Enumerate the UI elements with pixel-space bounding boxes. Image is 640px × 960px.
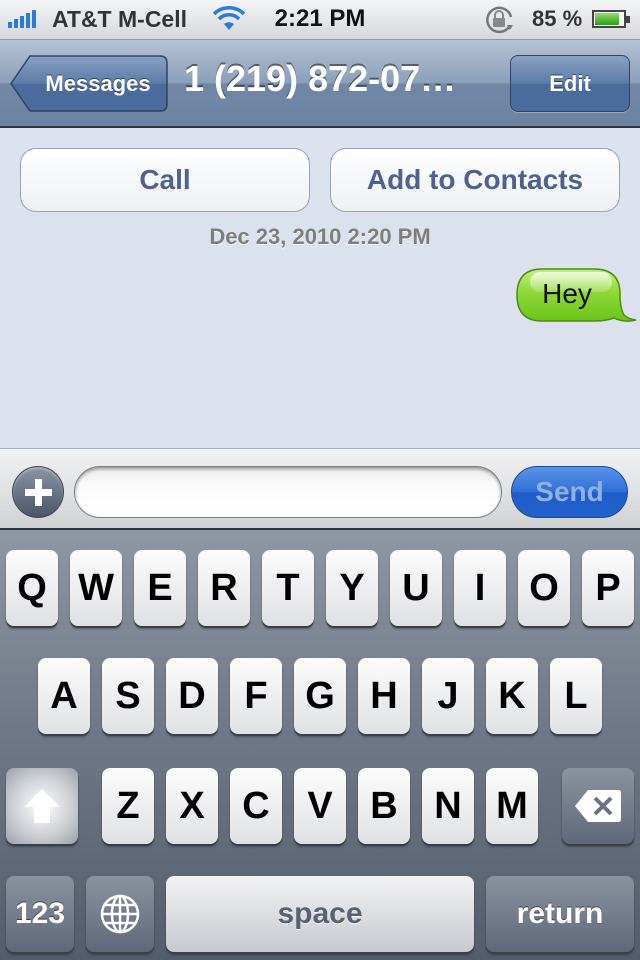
keyboard: Q W E R T Y U I O P A S D F G H J K L Z … [0, 530, 640, 960]
back-to-messages-button[interactable]: Messages [10, 55, 168, 112]
key-a[interactable]: A [38, 658, 90, 734]
shift-key[interactable] [6, 768, 78, 844]
message-timestamp: Dec 23, 2010 2:20 PM [209, 224, 431, 249]
status-bar: AT&T M-Cell 2:21 PM 85 % [0, 0, 640, 40]
key-r[interactable]: R [198, 550, 250, 626]
key-j[interactable]: J [422, 658, 474, 734]
key-y[interactable]: Y [326, 550, 378, 626]
key-t[interactable]: T [262, 550, 314, 626]
key-x[interactable]: X [166, 768, 218, 844]
globe-key[interactable] [86, 876, 154, 952]
key-n[interactable]: N [422, 768, 474, 844]
key-c[interactable]: C [230, 768, 282, 844]
key-q[interactable]: Q [6, 550, 58, 626]
battery-icon [592, 10, 630, 28]
wifi-icon [212, 6, 246, 39]
message-text: Hey [542, 278, 592, 309]
delete-key[interactable] [562, 768, 634, 844]
edit-button[interactable]: Edit [510, 55, 630, 112]
key-w[interactable]: W [70, 550, 122, 626]
numbers-key[interactable]: 123 [6, 876, 74, 952]
signal-strength-icon [8, 10, 36, 28]
carrier-name: AT&T M-Cell [52, 6, 188, 32]
back-button-label: Messages [45, 70, 151, 96]
key-k[interactable]: K [486, 658, 538, 734]
message-input-bar: Send [0, 448, 640, 530]
shift-arrow-icon [24, 789, 60, 823]
backspace-icon [575, 790, 621, 822]
call-button[interactable]: Call [20, 148, 310, 212]
key-d[interactable]: D [166, 658, 218, 734]
key-m[interactable]: M [486, 768, 538, 844]
key-u[interactable]: U [390, 550, 442, 626]
add-to-contacts-button[interactable]: Add to Contacts [330, 148, 620, 212]
key-h[interactable]: H [358, 658, 410, 734]
plus-icon[interactable] [12, 466, 64, 518]
navigation-bar: Messages 1 (219) 872-07… Edit [0, 40, 640, 128]
outgoing-message-bubble[interactable]: Hey [516, 268, 640, 333]
key-l[interactable]: L [550, 658, 602, 734]
send-button[interactable]: Send [511, 466, 628, 518]
conversation-area[interactable]: Call Add to Contacts Dec 23, 2010 2:20 P… [0, 130, 640, 448]
battery-level-fill [595, 13, 619, 25]
globe-icon [100, 894, 140, 934]
key-g[interactable]: G [294, 658, 346, 734]
space-key[interactable]: space [166, 876, 474, 952]
key-o[interactable]: O [518, 550, 570, 626]
message-text-field[interactable] [74, 466, 502, 518]
key-i[interactable]: I [454, 550, 506, 626]
conversation-title: 1 (219) 872-07… [184, 58, 457, 99]
battery-percent: 85 % [532, 6, 583, 31]
key-s[interactable]: S [102, 658, 154, 734]
rotation-lock-icon [483, 5, 517, 42]
key-v[interactable]: V [294, 768, 346, 844]
return-key[interactable]: return [486, 876, 634, 952]
key-b[interactable]: B [358, 768, 410, 844]
key-z[interactable]: Z [102, 768, 154, 844]
key-e[interactable]: E [134, 550, 186, 626]
key-f[interactable]: F [230, 658, 282, 734]
key-p[interactable]: P [582, 550, 634, 626]
